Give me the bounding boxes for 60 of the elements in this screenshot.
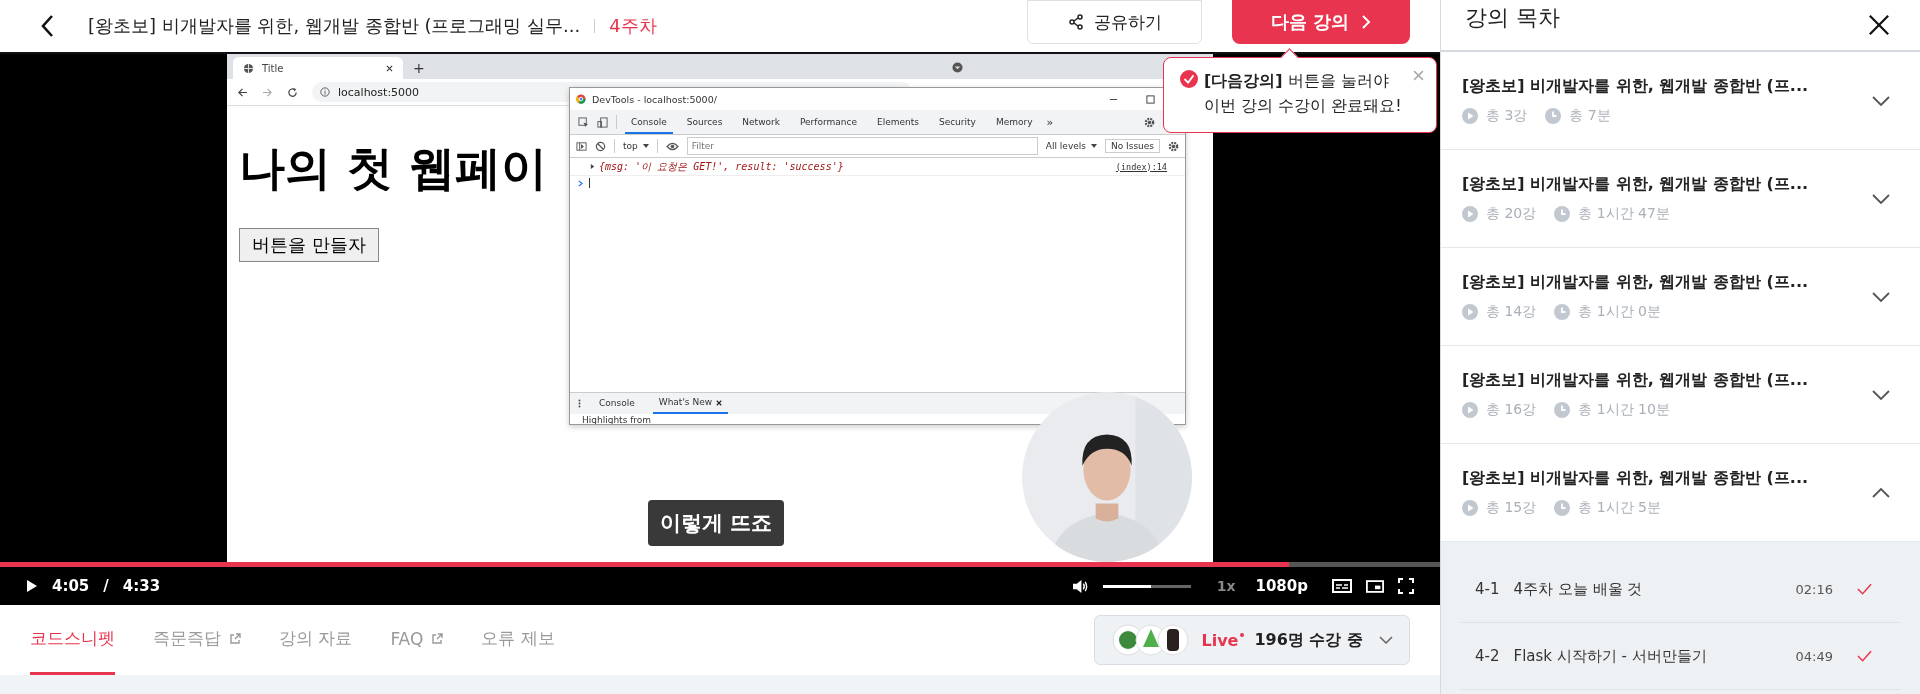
live-label: Live — [1201, 630, 1245, 650]
next-lecture-button[interactable]: 다음 강의 — [1232, 0, 1410, 44]
new-tab-button[interactable]: + — [403, 60, 435, 79]
lesson-count: 총 16강 — [1486, 401, 1537, 419]
viewer-count: 196명 수강 중 — [1254, 629, 1363, 651]
lesson-count: 총 3강 — [1486, 107, 1528, 125]
share-button[interactable]: 공유하기 — [1027, 0, 1202, 44]
page-button[interactable]: 버튼을 만들자 — [239, 228, 379, 262]
tooltip-text: 이번 강의 수강이 완료돼요! — [1204, 95, 1403, 116]
console-log: {msg: '이 요청은 GET!', result: 'success'} — [599, 159, 844, 174]
section-title[interactable]: [왕초보] 비개발자를 위한, 웹개발 종합반 (프... — [1462, 468, 1872, 489]
tab-title: Title — [262, 62, 284, 74]
drawer-tab[interactable]: Console — [593, 393, 641, 414]
total-duration: 총 7분 — [1569, 107, 1611, 125]
filter-field[interactable]: Filter — [686, 137, 1038, 155]
drawer-text: Highlights from — [582, 415, 652, 424]
section-title[interactable]: [왕초보] 비개발자를 위한, 웹개발 종합반 (프... — [1462, 370, 1872, 391]
current-time: 4:05 — [52, 577, 90, 595]
devtools-tab[interactable]: Console — [625, 110, 673, 134]
live-viewers-button[interactable]: Live 196명 수강 중 — [1094, 615, 1410, 665]
devtools-tab[interactable]: Security — [932, 110, 982, 134]
lesson-item[interactable]: 4-1 4주차 오늘 배울 것 02:16 — [1461, 556, 1900, 623]
lesson-count: 총 15강 — [1486, 499, 1537, 517]
issues-button[interactable]: No Issues — [1104, 139, 1160, 153]
lesson-time: 04:49 — [1795, 648, 1833, 664]
total-duration: 총 1시간 47분 — [1578, 205, 1670, 223]
lesson-title: Flask 시작하기 - 서버만들기 — [1513, 646, 1707, 666]
speed-button[interactable]: 1x — [1216, 578, 1236, 594]
lesson-number: 4-2 — [1475, 647, 1500, 665]
page-heading: 나의 첫 웹페이 — [239, 140, 548, 197]
devtools-tab[interactable]: Sources — [680, 110, 729, 134]
time-separator: / — [103, 577, 109, 595]
context-dropdown[interactable]: top — [623, 141, 649, 151]
lesson-time: 02:16 — [1795, 581, 1833, 597]
section-title[interactable]: [왕초보] 비개발자를 위한, 웹개발 종합반 (프... — [1462, 272, 1872, 293]
quality-button[interactable]: 1080p — [1255, 577, 1308, 595]
section-title[interactable]: [왕초보] 비개발자를 위한, 웹개발 종합반 (프... — [1462, 76, 1872, 97]
devtools-tab[interactable]: Memory — [989, 110, 1039, 134]
devtools-title: DevTools - localhost:5000/ — [592, 93, 717, 105]
week-label: 4주차 — [609, 14, 657, 38]
section-title[interactable]: [왕초보] 비개발자를 위한, 웹개발 종합반 (프... — [1462, 174, 1872, 195]
total-duration: 총 1시간 5분 — [1578, 499, 1661, 517]
lesson-count: 총 20강 — [1486, 205, 1537, 223]
drawer-tab[interactable]: What's New — [652, 393, 729, 414]
tooltip-text: [다음강의] 버튼을 눌러야 — [1204, 70, 1390, 91]
lesson-number: 4-1 — [1475, 580, 1500, 598]
subtitle: 이렇게 뜨죠 — [648, 500, 785, 546]
more-tabs-button[interactable]: » — [1046, 115, 1054, 129]
lesson-title: 4주차 오늘 배울 것 — [1513, 579, 1643, 599]
levels-dropdown[interactable]: All levels — [1045, 141, 1097, 151]
total-duration: 총 1시간 10분 — [1578, 401, 1670, 419]
source-link[interactable]: (index):14 — [1115, 161, 1167, 172]
sidebar-title: 강의 목차 — [1465, 4, 1560, 32]
devtools-tab[interactable]: Network — [736, 110, 786, 134]
devtools-tab[interactable]: Elements — [870, 110, 925, 134]
devtools-tab[interactable]: Performance — [793, 110, 863, 134]
course-title: [왕초보] 비개발자를 위한, 웹개발 종합반 (프로그래밍 실무... — [88, 14, 581, 38]
total-time: 4:33 — [122, 577, 161, 595]
lesson-count: 총 14강 — [1486, 303, 1537, 321]
total-duration: 총 1시간 0분 — [1578, 303, 1661, 321]
